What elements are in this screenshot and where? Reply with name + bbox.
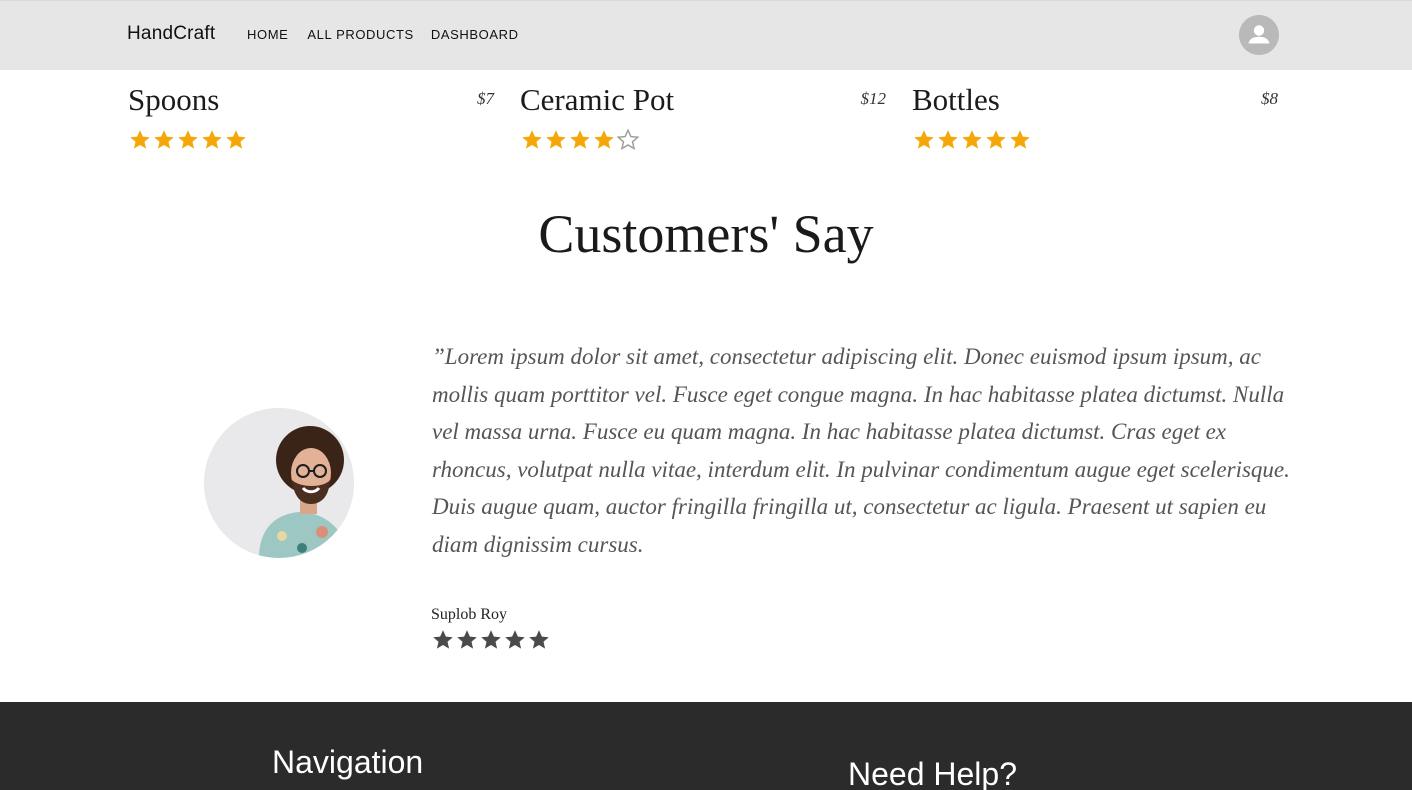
star-filled-icon [546,130,566,149]
nav-home-link[interactable]: HOME [247,27,288,42]
star-filled-icon [529,630,549,649]
star-filled-icon [130,130,150,149]
product-card-ceramic-pot[interactable]: Ceramic Pot $12 [520,80,886,160]
product-price: $8 [1261,89,1278,108]
product-rating [128,128,248,152]
top-navbar: HandCraft HOME ALL PRODUCTS DASHBOARD [0,0,1412,70]
product-rating [912,128,1032,152]
star-filled-icon [938,130,958,149]
nav-dashboard-link[interactable]: DASHBOARD [431,27,519,42]
reviewer-name: Suplob Roy [431,606,508,623]
product-name: Bottles [912,82,1000,117]
star-filled-icon [178,130,198,149]
star-filled-icon [522,130,542,149]
star-filled-icon [226,130,246,149]
star-filled-icon [1010,130,1030,149]
star-filled-icon [457,630,477,649]
customer-avatar [204,408,354,558]
star-filled-icon [481,630,501,649]
site-footer: Navigation Need Help? [0,702,1412,790]
testimonial-quote: ”Lorem ipsum dolor sit amet, consectetur… [432,344,1290,557]
product-name: Spoons [128,82,220,117]
star-filled-icon [154,130,174,149]
star-filled-icon [505,630,525,649]
testimonials-title: Customers' Say [538,204,874,264]
product-card-bottles[interactable]: Bottles $8 [912,80,1278,160]
product-price: $7 [477,89,494,108]
product-card-spoons[interactable]: Spoons $7 [128,80,494,160]
star-empty-icon [616,128,640,151]
star-filled-icon [962,130,982,149]
product-name: Ceramic Pot [520,82,675,117]
footer-navigation-heading: Navigation [272,744,424,780]
star-filled-icon [986,130,1006,149]
brand-logo[interactable]: HandCraft [127,23,215,45]
review-rating [431,628,551,652]
star-filled-icon [202,130,222,149]
footer-help-heading: Need Help? [848,756,1017,790]
product-rating [520,128,640,152]
product-price: $12 [860,89,887,108]
star-filled-icon [570,130,590,149]
star-filled-icon [594,130,614,149]
account-circle-icon[interactable] [1239,15,1279,55]
nav-all-products-link[interactable]: ALL PRODUCTS [307,27,413,42]
star-filled-icon [914,130,934,149]
main-nav: HOME ALL PRODUCTS DASHBOARD [247,27,538,42]
star-filled-icon [433,630,453,649]
